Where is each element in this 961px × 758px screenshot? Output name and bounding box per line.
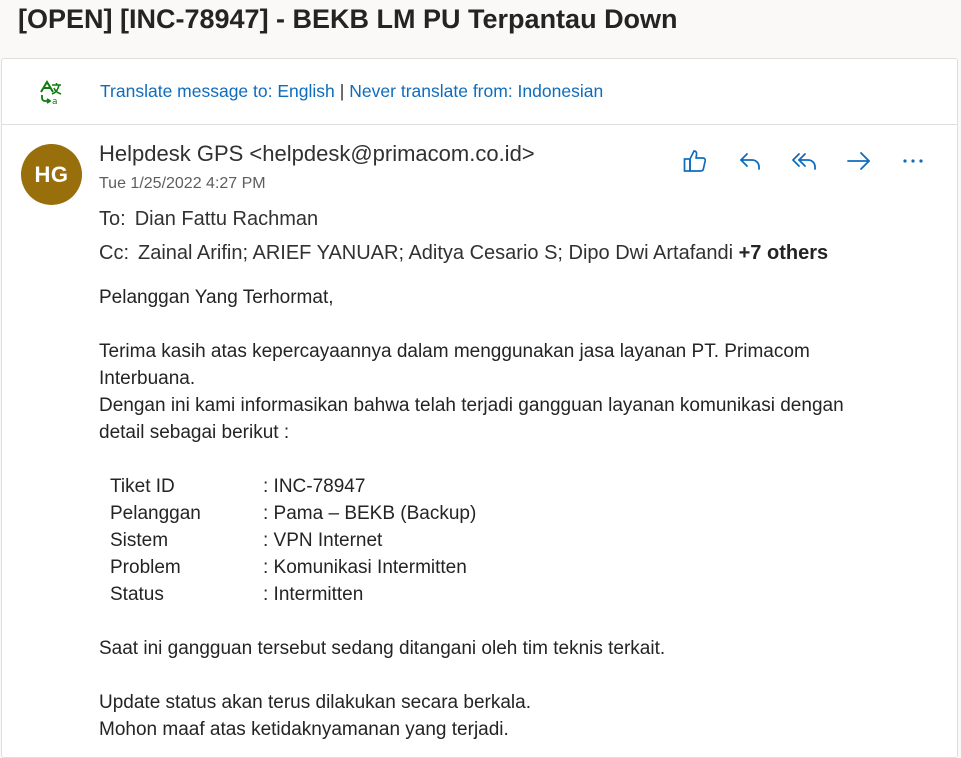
sender-name[interactable]: Helpdesk GPS <helpdesk@primacom.co.id> <box>99 141 535 167</box>
forward-button[interactable] <box>842 145 876 177</box>
subject-bar: [OPEN] [INC-78947] - BEKB LM PU Terpanta… <box>0 0 961 48</box>
detail-value: : INC-78947 <box>263 476 366 497</box>
message-card: a Translate message to: English | Never tr… <box>1 58 958 758</box>
translate-bar: a Translate message to: English | Never tr… <box>2 59 957 125</box>
translate-message-link[interactable]: Translate message to: English <box>100 81 335 101</box>
greeting: Pelanggan Yang Terhormat, <box>99 287 334 308</box>
to-recipient[interactable]: Dian Fattu Rachman <box>135 208 318 230</box>
translate-links: Translate message to: English | Never tran… <box>100 81 603 102</box>
never-translate-link[interactable]: Never translate from: Indonesian <box>349 81 603 101</box>
detail-value: : Intermitten <box>263 584 364 605</box>
like-icon <box>683 150 707 172</box>
detail-value: : Komunikasi Intermitten <box>263 557 467 578</box>
detail-key: Tiket ID <box>110 476 175 497</box>
detail-row: Status : Intermitten <box>99 581 919 608</box>
detail-value: : Pama – BEKB (Backup) <box>263 503 477 524</box>
reply-all-button[interactable] <box>787 145 821 177</box>
sent-date: Tue 1/25/2022 4:27 PM <box>99 175 266 192</box>
message-body: Pelanggan Yang Terhormat, Terima kasih a… <box>99 284 919 743</box>
detail-row: Tiket ID : INC-78947 <box>99 473 919 500</box>
avatar[interactable]: HG <box>21 144 82 205</box>
cc-more-link[interactable]: +7 others <box>739 242 828 264</box>
more-icon <box>903 159 923 163</box>
like-button[interactable] <box>678 145 712 177</box>
ticket-details: Tiket ID : INC-78947 Pelanggan : Pama – … <box>99 473 919 608</box>
detail-key: Sistem <box>110 530 169 551</box>
more-actions-button[interactable] <box>896 145 930 177</box>
forward-icon <box>846 152 870 170</box>
detail-row: Pelanggan : Pama – BEKB (Backup) <box>99 500 919 527</box>
translate-icon: a <box>38 79 64 107</box>
cc-recipients[interactable]: Zainal Arifin; ARIEF YANUAR; Aditya Cesa… <box>138 242 733 264</box>
body-line: Dengan ini kami informasikan bahwa telah… <box>99 395 844 416</box>
detail-value: : VPN Internet <box>263 530 383 551</box>
to-label: To: <box>99 208 126 230</box>
message-actions <box>678 145 951 177</box>
to-line: To: Dian Fattu Rachman <box>99 208 318 231</box>
body-line: Update status akan terus dilakukan secar… <box>99 692 531 713</box>
body-line: Terima kasih atas kepercayaannya dalam m… <box>99 341 810 362</box>
translate-separator: | <box>339 81 345 101</box>
detail-key: Status <box>110 584 164 605</box>
detail-row: Problem : Komunikasi Intermitten <box>99 554 919 581</box>
detail-key: Problem <box>110 557 181 578</box>
svg-text:a: a <box>52 97 58 105</box>
message-subject: [OPEN] [INC-78947] - BEKB LM PU Terpanta… <box>18 4 678 34</box>
body-line: Interbuana. <box>99 368 196 389</box>
detail-row: Sistem : VPN Internet <box>99 527 919 554</box>
reply-icon <box>739 153 760 170</box>
detail-key: Pelanggan <box>110 503 201 524</box>
body-line: Saat ini gangguan tersebut sedang ditang… <box>99 638 666 659</box>
body-line: detail sebagai berikut : <box>99 422 290 443</box>
cc-line: Cc: Zainal Arifin; ARIEF YANUAR; Aditya C… <box>99 242 828 265</box>
cc-label: Cc: <box>99 242 129 264</box>
body-line: Mohon maaf atas ketidaknyamanan yang ter… <box>99 719 509 740</box>
reply-all-icon <box>792 153 816 170</box>
reply-button[interactable] <box>733 145 767 177</box>
